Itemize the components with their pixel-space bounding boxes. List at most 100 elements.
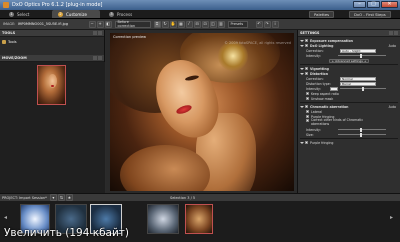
slider-knob[interactable] xyxy=(360,127,362,132)
panel-close-icon[interactable] xyxy=(98,31,102,35)
star-icon[interactable]: ★ xyxy=(65,194,73,201)
correction-label: Correction: xyxy=(306,48,324,53)
settings-header-title: SETTINGS xyxy=(300,31,320,35)
slider-knob[interactable] xyxy=(360,132,362,137)
panel-close-icon[interactable] xyxy=(98,56,102,60)
undo-icon[interactable]: ↶ xyxy=(255,20,263,28)
rotate-icon[interactable]: ↻ xyxy=(161,20,169,28)
workflow-tabs: 1 Select 2 Customize 3 Process xyxy=(0,10,400,19)
distortion-label: Distortion xyxy=(310,71,328,76)
compare-icon[interactable]: ◧ xyxy=(104,20,112,28)
preview-label: Correction preview xyxy=(113,35,147,39)
crop-icon[interactable]: ⌗ xyxy=(153,20,161,28)
distortion-type-dropdown[interactable]: Barrel xyxy=(340,81,376,86)
panel-float-icon[interactable] xyxy=(389,31,393,35)
unshow-mask-checkbox[interactable] xyxy=(306,97,309,100)
lateral-checkbox[interactable] xyxy=(306,110,309,113)
maximize-button[interactable]: □ xyxy=(367,1,380,8)
intensity-slider[interactable] xyxy=(338,53,386,58)
filter-icon[interactable]: ▾ xyxy=(49,194,57,201)
tools-area: Tools xyxy=(0,37,104,55)
tab-label: Select xyxy=(17,11,30,17)
eyedropper-icon[interactable]: ⁄ xyxy=(185,20,193,28)
hand-icon[interactable]: ✋ xyxy=(169,20,177,28)
scroll-right-icon[interactable]: ▸ xyxy=(390,215,396,223)
zoom-in-icon[interactable]: + xyxy=(96,20,104,28)
split-view-icon[interactable]: ◫ xyxy=(209,20,217,28)
histogram-icon[interactable]: ▥ xyxy=(217,20,225,28)
left-panel: TOOLS Tools MOVE/ZOOM xyxy=(0,30,105,193)
exposure-checkbox[interactable] xyxy=(305,39,308,42)
expand-icon[interactable] xyxy=(300,39,304,42)
settings-body: Exposure compensation DxO Lighting Auto … xyxy=(298,37,400,146)
before-correction-toggle[interactable]: Before correction xyxy=(114,20,151,28)
slider-knob[interactable] xyxy=(360,53,362,58)
chromatic-intensity-slider[interactable] xyxy=(338,127,386,132)
intensity-spinbox[interactable] xyxy=(330,86,338,91)
enlarge-caption[interactable]: Увеличить (194 кбайт) xyxy=(4,227,129,239)
image-filename: IMP0MMNO001_5SU5E.ifl.jpg xyxy=(17,22,69,26)
correction-dropdown[interactable]: Auto - Slight xyxy=(340,48,376,53)
presets-dropdown[interactable]: Presets xyxy=(227,20,248,28)
expand-icon[interactable] xyxy=(300,72,304,75)
tab-customize[interactable]: 2 Customize xyxy=(52,10,100,18)
purple-fringing-label: Purple fringing xyxy=(310,140,334,145)
distortion-correction-dropdown[interactable]: Normal xyxy=(340,76,376,81)
horizon-icon[interactable]: ⊟ xyxy=(193,20,201,28)
keep-aspect-checkbox[interactable] xyxy=(306,92,309,95)
unshow-row[interactable]: Unshow mask xyxy=(300,96,398,101)
chromatic-checkbox[interactable] xyxy=(305,105,308,108)
distortion-checkbox[interactable] xyxy=(305,72,308,75)
expand-icon[interactable] xyxy=(300,141,304,144)
lighting-label: DxO Lighting xyxy=(310,43,334,48)
purple-fringing-checkbox[interactable] xyxy=(305,141,308,144)
navigator-thumbnail[interactable] xyxy=(37,65,66,105)
tab-label: Process xyxy=(117,11,133,17)
minimize-button[interactable]: – xyxy=(353,1,366,8)
project-bar: PROJECT: Import Session* ▾ ⇅ ★ Selection… xyxy=(0,193,400,201)
app-logo-icon xyxy=(3,2,9,8)
correct-other-checkbox[interactable] xyxy=(306,119,309,122)
panel-float-icon[interactable] xyxy=(93,31,97,35)
size-label: Size: xyxy=(306,132,314,137)
purple-checkbox[interactable] xyxy=(306,115,309,118)
fit-icon[interactable]: ⊡ xyxy=(201,20,209,28)
scroll-left-icon[interactable]: ◂ xyxy=(4,215,10,223)
tab-process[interactable]: 3 Process xyxy=(103,10,151,18)
thumbnail-image[interactable] xyxy=(147,204,179,234)
expand-icon[interactable] xyxy=(300,44,304,47)
panel-controls xyxy=(93,31,102,35)
advanced-settings-button[interactable]: + Advanced settings + xyxy=(329,58,369,63)
tools-item-label: Tools xyxy=(8,40,17,44)
redo-icon[interactable]: ↷ xyxy=(263,20,271,28)
close-button[interactable]: ✕ xyxy=(381,1,398,8)
thumbnail-image-selected[interactable] xyxy=(185,204,213,234)
distortion-type-label: Distortion type: xyxy=(306,81,331,86)
panel-close-icon[interactable] xyxy=(394,31,398,35)
correction-label: Correction: xyxy=(306,76,324,81)
palettes-button[interactable]: Palettes xyxy=(309,11,335,18)
correct-other-row[interactable]: Correct other kinds of Chromatic aberrat… xyxy=(300,118,398,127)
purple-fringing-row[interactable]: Purple fringing xyxy=(300,140,398,145)
panel-float-icon[interactable] xyxy=(93,56,97,60)
tab-select[interactable]: 1 Select xyxy=(3,10,49,18)
lateral-label: Lateral xyxy=(311,109,323,114)
info-icon[interactable]: i xyxy=(271,20,279,28)
expand-icon[interactable] xyxy=(300,105,304,108)
portrait-photo[interactable]: Correction preview © 2009 fotoSPACE, all… xyxy=(110,33,294,191)
tools-header-title: TOOLS xyxy=(2,31,16,35)
vignetting-label: Vignetting xyxy=(310,66,329,71)
size-slider[interactable] xyxy=(338,132,386,137)
expand-icon[interactable] xyxy=(300,67,304,70)
vignetting-checkbox[interactable] xyxy=(305,67,308,70)
first-steps-button[interactable]: DxO - First Steps xyxy=(349,11,391,18)
lighting-checkbox[interactable] xyxy=(305,44,308,47)
distortion-intensity-slider[interactable] xyxy=(340,86,386,91)
tools-item[interactable]: Tools xyxy=(2,39,102,45)
zoom-out-icon[interactable]: − xyxy=(88,20,96,28)
grid-icon[interactable]: ▦ xyxy=(177,20,185,28)
correct-other-label: Correct other kinds of Chromatic aberrat… xyxy=(311,118,364,126)
advanced-row: + Advanced settings + xyxy=(300,58,398,63)
sort-icon[interactable]: ⇅ xyxy=(57,194,65,201)
slider-knob[interactable] xyxy=(362,86,364,91)
